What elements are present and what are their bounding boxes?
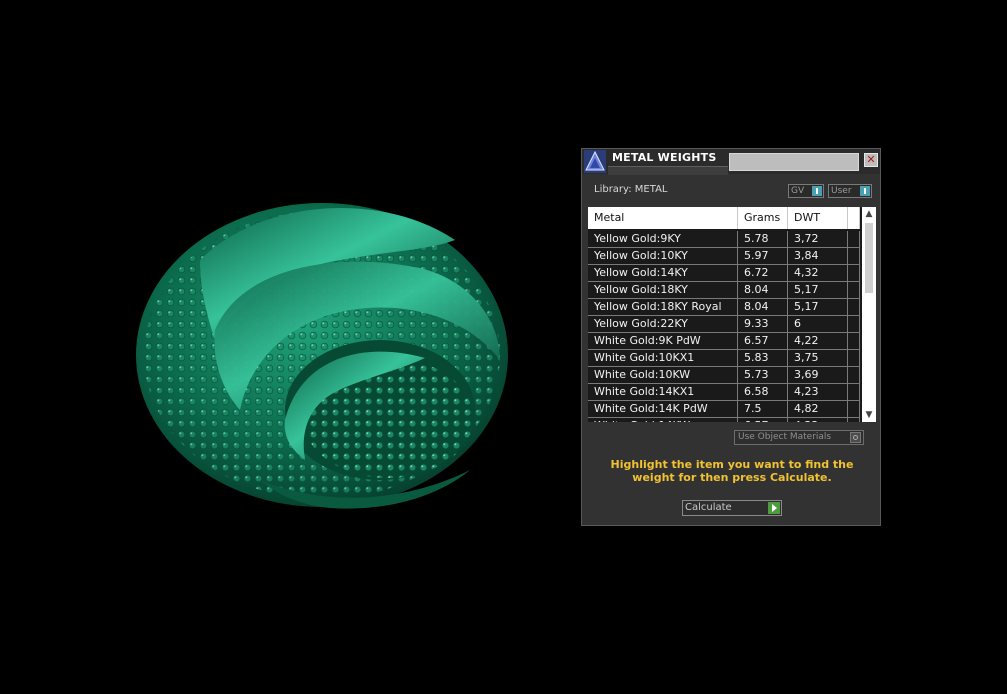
cell-dwt: 5,17	[788, 282, 848, 298]
cell-grams: 6.57	[738, 418, 788, 422]
cell-dwt: 6	[788, 316, 848, 332]
table-row[interactable]: Yellow Gold:18KY Royal 8.04 5,17	[588, 299, 860, 316]
table-row[interactable]: White Gold:14KW6.574,22	[588, 418, 860, 422]
cell-metal: Yellow Gold:22KY	[588, 316, 738, 332]
table-body: Yellow Gold:9KY 5.78 3,72 Yellow Gold:10KY 5…	[588, 231, 860, 422]
cell-metal: White Gold:10KW	[588, 367, 738, 383]
cell-spacer	[848, 299, 860, 315]
use-object-materials-label: Use Object Materials	[738, 432, 832, 442]
cell-dwt: 3,75	[788, 350, 848, 366]
cell-grams: 5.78	[738, 231, 788, 247]
cell-metal: Yellow Gold:10KY	[588, 248, 738, 264]
scroll-up-icon[interactable]: ▲	[862, 207, 876, 221]
toggle-switch-icon	[812, 186, 822, 196]
table-row[interactable]: Yellow Gold:10KY 5.97 3,84	[588, 248, 860, 265]
table-row[interactable]: Yellow Gold:9KY 5.78 3,72	[588, 231, 860, 248]
cell-dwt: 4,82	[788, 401, 848, 417]
title-tab	[608, 166, 728, 175]
cell-spacer	[848, 350, 860, 366]
cell-dwt: 4,22	[788, 333, 848, 349]
close-icon[interactable]: ✕	[864, 153, 878, 167]
metal-weights-panel: METAL WEIGHTS ✕ Library: METAL GV User M…	[581, 148, 881, 526]
user-toggle-label: User	[831, 186, 852, 196]
cell-metal: Yellow Gold:18KY Royal	[588, 299, 738, 315]
calculate-button[interactable]: Calculate	[682, 500, 782, 516]
column-header-grams[interactable]: Grams	[738, 207, 788, 229]
cell-spacer	[848, 248, 860, 264]
cell-grams: 6.58	[738, 384, 788, 400]
play-arrow-icon	[768, 502, 780, 514]
gv-toggle[interactable]: GV	[788, 184, 824, 198]
instructions-text: Highlight the item you want to find the …	[610, 458, 854, 484]
cell-grams: 6.57	[738, 333, 788, 349]
cell-dwt: 3,72	[788, 231, 848, 247]
app-logo-icon	[584, 150, 606, 173]
table-row[interactable]: Yellow Gold:18KY 8.04 5,17	[588, 282, 860, 299]
cell-dwt: 4,23	[788, 384, 848, 400]
calculate-button-label: Calculate	[685, 502, 732, 513]
cell-spacer	[848, 265, 860, 281]
cell-dwt: 3,69	[788, 367, 848, 383]
cell-grams: 8.04	[738, 299, 788, 315]
cell-spacer	[848, 282, 860, 298]
table-row[interactable]: Yellow Gold:14KY 6.72 4,32	[588, 265, 860, 282]
metal-weights-table[interactable]: Metal Grams DWT Yellow Gold:9KY 5.78 3,72 Y…	[588, 207, 876, 422]
cell-grams: 8.04	[738, 282, 788, 298]
table-row[interactable]: White Gold:10KW 5.73 3,69	[588, 367, 860, 384]
table-row[interactable]: White Gold:14KX1 6.58 4,23	[588, 384, 860, 401]
cell-dwt: 3,84	[788, 248, 848, 264]
cell-spacer	[848, 401, 860, 417]
radio-icon[interactable]	[850, 432, 861, 443]
cell-spacer	[848, 231, 860, 247]
cell-grams: 6.72	[738, 265, 788, 281]
user-toggle[interactable]: User	[828, 184, 872, 198]
panel-title: METAL WEIGHTS	[612, 151, 717, 164]
cell-spacer	[848, 333, 860, 349]
toggle-switch-icon	[860, 186, 870, 196]
cell-spacer	[848, 316, 860, 332]
cell-metal: White Gold:14KW	[588, 418, 738, 422]
cell-grams: 5.73	[738, 367, 788, 383]
table-row[interactable]: White Gold:10KX1 5.83 3,75	[588, 350, 860, 367]
scroll-down-icon[interactable]: ▼	[862, 408, 876, 422]
cell-metal: Yellow Gold:9KY	[588, 231, 738, 247]
column-header-metal[interactable]: Metal	[588, 207, 738, 229]
table-scrollbar[interactable]: ▲ ▼	[862, 207, 876, 422]
3d-viewport[interactable]	[0, 0, 575, 690]
panel-titlebar[interactable]: METAL WEIGHTS ✕	[582, 149, 880, 175]
cell-spacer	[848, 367, 860, 383]
cell-dwt: 4,32	[788, 265, 848, 281]
cell-grams: 7.5	[738, 401, 788, 417]
cell-metal: White Gold:9K PdW	[588, 333, 738, 349]
jewelry-model	[136, 203, 508, 509]
cell-dwt: 4,22	[788, 418, 848, 422]
table-header: Metal Grams DWT	[588, 207, 860, 229]
column-header-spacer	[848, 207, 860, 229]
cell-grams: 5.83	[738, 350, 788, 366]
table-row[interactable]: Yellow Gold:22KY 9.33 6	[588, 316, 860, 333]
cell-metal: White Gold:14KX1	[588, 384, 738, 400]
cell-metal: Yellow Gold:18KY	[588, 282, 738, 298]
gv-toggle-label: GV	[791, 186, 805, 196]
cell-grams: 9.33	[738, 316, 788, 332]
scrollbar-thumb[interactable]	[865, 223, 873, 293]
cell-metal: White Gold:14K PdW	[588, 401, 738, 417]
cell-spacer	[848, 384, 860, 400]
use-object-materials-option[interactable]: Use Object Materials	[734, 430, 864, 445]
library-label: Library: METAL	[594, 184, 668, 195]
cell-dwt: 5,17	[788, 299, 848, 315]
column-header-dwt[interactable]: DWT	[788, 207, 848, 229]
title-drag-handle[interactable]	[729, 153, 859, 171]
cell-spacer	[848, 418, 860, 422]
cell-metal: Yellow Gold:14KY	[588, 265, 738, 281]
cell-grams: 5.97	[738, 248, 788, 264]
table-row[interactable]: White Gold:14K PdW 7.5 4,82	[588, 401, 860, 418]
cell-metal: White Gold:10KX1	[588, 350, 738, 366]
table-row[interactable]: White Gold:9K PdW 6.57 4,22	[588, 333, 860, 350]
